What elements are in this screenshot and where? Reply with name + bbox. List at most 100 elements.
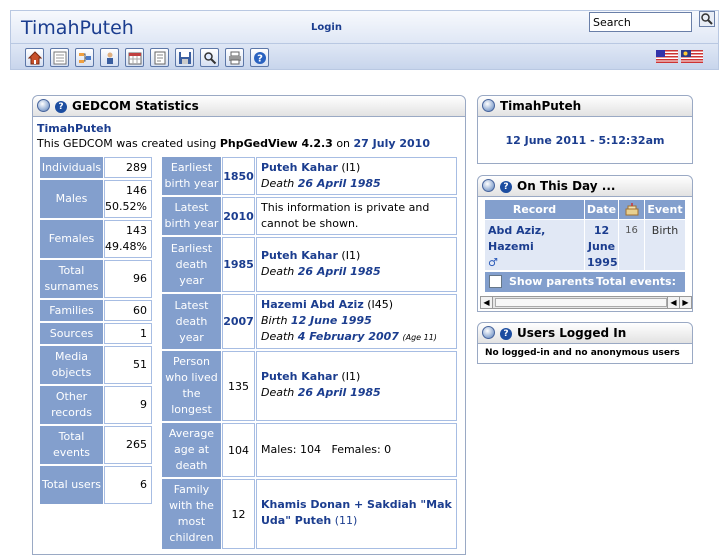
record-header[interactable]: Record bbox=[485, 200, 584, 219]
age-note: (Age 11) bbox=[402, 333, 437, 342]
collapse-icon[interactable] bbox=[482, 179, 495, 192]
stat-value: 146 50.52% bbox=[104, 180, 152, 218]
header-bar: TimahPuteh Login bbox=[10, 10, 719, 44]
stat-label: Females bbox=[40, 220, 103, 258]
report-icon[interactable] bbox=[150, 48, 169, 67]
person-link[interactable]: Puteh Kahar bbox=[261, 370, 338, 383]
block-title: ? On This Day ... bbox=[478, 176, 692, 197]
latest-death-year: 2007 bbox=[222, 294, 255, 349]
death-word: Death bbox=[261, 330, 295, 343]
anniversary-header[interactable] bbox=[619, 200, 644, 219]
stat-value: 96 bbox=[104, 260, 152, 298]
collapse-icon[interactable] bbox=[37, 99, 50, 112]
person-id: (I45) bbox=[367, 298, 394, 311]
collapse-icon[interactable] bbox=[482, 326, 495, 339]
users-logged-in-title: Users Logged In bbox=[517, 326, 627, 340]
malaysia-flag-icon[interactable] bbox=[681, 50, 703, 63]
birth-date[interactable]: 12 June 1995 bbox=[291, 314, 372, 327]
horizontal-scrollbar[interactable]: ◀ ◀ ▶ bbox=[480, 296, 692, 309]
stat-label: Other records bbox=[40, 386, 103, 424]
event-date[interactable]: 26 April 1985 bbox=[298, 265, 381, 278]
record-cell[interactable]: Abd Aziz, Hazemi ♂ bbox=[485, 220, 584, 270]
event-cell: Birth bbox=[645, 220, 685, 270]
site-name-link[interactable]: TimahPuteh bbox=[37, 122, 111, 135]
created-date[interactable]: 27 July 2010 bbox=[354, 137, 430, 150]
save-icon[interactable] bbox=[175, 48, 194, 67]
event-word: Death bbox=[261, 177, 295, 190]
created-on: on bbox=[332, 137, 354, 150]
most-children-family: Khamis Donan + Sakdiah "Mak Uda" Puteh (… bbox=[256, 479, 457, 549]
home-icon[interactable] bbox=[25, 48, 44, 67]
anniversary-icon bbox=[625, 203, 638, 216]
tree-icon[interactable] bbox=[75, 48, 94, 67]
help-icon[interactable]: ? bbox=[250, 48, 269, 67]
age-cell: 16 bbox=[619, 220, 644, 270]
average-age-value: 104 bbox=[222, 423, 255, 477]
help-icon[interactable]: ? bbox=[500, 181, 512, 193]
event-header[interactable]: Event bbox=[645, 200, 685, 219]
gedcom-statistics-block: ? GEDCOM Statistics TimahPuteh This GEDCO… bbox=[32, 95, 466, 555]
show-parents-checkbox[interactable] bbox=[489, 275, 502, 288]
stat-value: 289 bbox=[104, 157, 152, 178]
person-link[interactable]: Hazemi Abd Aziz bbox=[261, 298, 364, 311]
print-icon[interactable] bbox=[225, 48, 244, 67]
login-link[interactable]: Login bbox=[311, 22, 342, 33]
earliest-birth-label: Earliest birth year bbox=[162, 157, 221, 195]
event-word: Death bbox=[261, 386, 295, 399]
event-word: Death bbox=[261, 265, 295, 278]
scroll-left-icon[interactable]: ◀ bbox=[481, 297, 493, 308]
longest-lived-value: 135 bbox=[222, 351, 255, 421]
site-title[interactable]: TimahPuteh bbox=[21, 17, 134, 39]
stat-value: 51 bbox=[104, 346, 152, 384]
help-icon[interactable]: ? bbox=[55, 101, 67, 113]
svg-text:?: ? bbox=[257, 54, 263, 65]
longest-lived-person: Puteh Kahar (I1) Death 26 April 1985 bbox=[256, 351, 457, 421]
stat-percent: 49.48% bbox=[105, 240, 147, 253]
record-name[interactable]: Abd Aziz, Hazemi bbox=[488, 224, 545, 253]
date-cell[interactable]: 12 June 1995 bbox=[585, 220, 618, 270]
collapse-icon[interactable] bbox=[482, 99, 495, 112]
search-input[interactable] bbox=[589, 12, 692, 32]
help-icon[interactable]: ? bbox=[500, 328, 512, 340]
person-link[interactable]: Puteh Kahar bbox=[261, 161, 338, 174]
toolbar: ? bbox=[10, 44, 719, 70]
stat-percent: 50.52% bbox=[105, 200, 147, 213]
current-datetime: 12 June 2011 - 5:12:32am bbox=[505, 134, 665, 147]
stat-label: Total events bbox=[40, 426, 103, 464]
stat-label: Sources bbox=[40, 323, 103, 344]
person-id: (I1) bbox=[341, 249, 361, 262]
show-parents-label[interactable]: Show parents bbox=[509, 272, 594, 292]
calendar-icon[interactable] bbox=[125, 48, 144, 67]
earliest-birth-person: Puteh Kahar (I1) Death 26 April 1985 bbox=[256, 157, 457, 195]
stat-label: Individuals bbox=[40, 157, 103, 178]
us-flag-icon[interactable] bbox=[656, 50, 678, 63]
on-this-day-block: ? On This Day ... Record Date Event Abd A… bbox=[477, 175, 693, 312]
stat-value: 9 bbox=[104, 386, 152, 424]
longest-lived-label: Person who lived the longest bbox=[162, 351, 221, 421]
list-icon[interactable] bbox=[50, 48, 69, 67]
block-title: ? Users Logged In bbox=[478, 323, 692, 344]
person-link[interactable]: Puteh Kahar bbox=[261, 249, 338, 262]
stat-label: Media objects bbox=[40, 346, 103, 384]
male-icon: ♂ bbox=[488, 256, 498, 269]
event-date[interactable]: 26 April 1985 bbox=[298, 386, 381, 399]
death-date[interactable]: 4 February 2007 bbox=[298, 330, 399, 343]
search-icon[interactable] bbox=[200, 48, 219, 67]
software-name: PhpGedView 4.2.3 bbox=[219, 137, 333, 150]
created-line: This GEDCOM was created using PhpGedView… bbox=[37, 137, 430, 150]
search-button[interactable] bbox=[699, 11, 715, 27]
scroll-thumb[interactable] bbox=[495, 298, 667, 307]
event-date[interactable]: 26 April 1985 bbox=[298, 177, 381, 190]
earliest-death-year: 1985 bbox=[222, 237, 255, 292]
scroll-right-icon[interactable]: ▶ bbox=[679, 297, 691, 308]
average-age-breakdown: Males: 104 Females: 0 bbox=[256, 423, 457, 477]
individual-icon[interactable] bbox=[100, 48, 119, 67]
scroll-left-icon-2[interactable]: ◀ bbox=[667, 297, 679, 308]
latest-birth-private-text: This information is private and cannot b… bbox=[256, 197, 457, 235]
stat-label: Total surnames bbox=[40, 260, 103, 298]
earliest-birth-year: 1850 bbox=[222, 157, 255, 195]
stat-value-pair: 143 49.48% bbox=[105, 223, 147, 255]
stat-count: 143 bbox=[126, 224, 147, 237]
date-header[interactable]: Date bbox=[585, 200, 618, 219]
created-prefix: This GEDCOM was created using bbox=[37, 137, 220, 150]
